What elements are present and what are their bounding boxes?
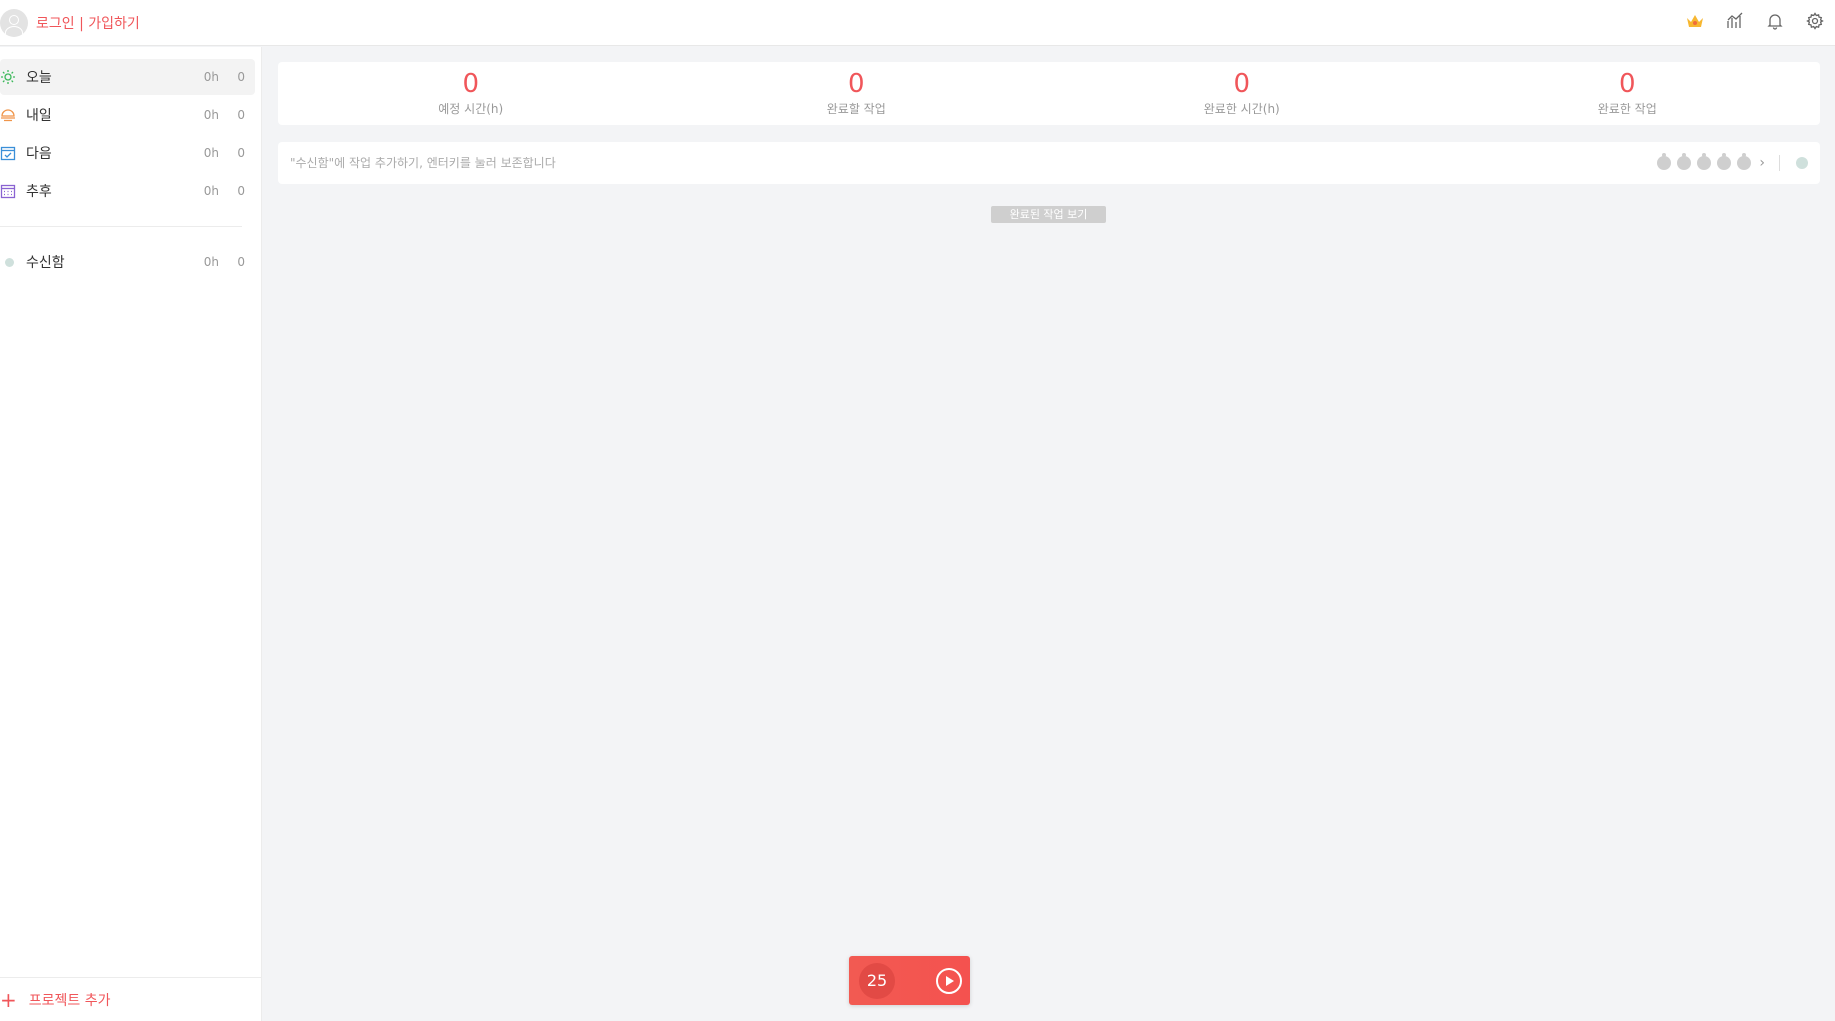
show-completed-button[interactable]: 완료된 작업 보기 [991,206,1106,223]
sidebar-item-next[interactable]: 다음 0h 0 [0,135,255,171]
sidebar-item-hours: 0h [203,184,219,198]
stat-label: 완료할 작업 [826,102,886,116]
add-task-row: › [278,142,1820,184]
sidebar-item-later[interactable]: 추후 0h 0 [0,173,255,209]
avatar[interactable] [0,8,28,37]
chevron-right-icon[interactable]: › [1759,155,1765,171]
sidebar-item-count: 0 [237,108,245,122]
project-dot-icon [0,254,16,270]
top-header: 로그인 | 가입하기 [0,0,1835,46]
sidebar-item-label: 내일 [26,108,52,124]
stat-tasks-to-complete: 0 완료할 작업 [664,62,1050,125]
stat-value: 0 [847,69,865,99]
calendar-icon [0,183,16,199]
pomodoro-estimate: › [1657,153,1780,171]
sidebar-item-label: 추후 [26,184,52,200]
tomato-icon[interactable] [1737,153,1752,170]
sidebar-item-inbox[interactable]: 수신함 0h 0 [0,244,255,280]
stat-label: 완료한 작업 [1597,102,1657,116]
sidebar-item-label: 다음 [26,146,52,162]
sidebar-item-label: 오늘 [26,70,52,86]
stat-label: 완료한 시간(h) [1203,102,1280,116]
pomodoro-timer: 25 [849,956,970,1005]
stat-value: 0 [1618,69,1636,99]
sidebar-item-count: 0 [237,70,245,84]
project-color-dot[interactable] [1796,157,1808,169]
stat-label: 예정 시간(h) [438,102,504,116]
sidebar-item-hours: 0h [203,255,219,269]
stat-value: 0 [462,69,480,99]
sun-icon [0,69,16,85]
play-icon[interactable] [936,968,962,994]
tomato-icon[interactable] [1677,153,1692,170]
sidebar-item-count: 0 [237,184,245,198]
login-signup-link[interactable]: 로그인 | 가입하기 [36,13,140,33]
separator [1779,155,1780,171]
gear-icon[interactable] [1803,9,1827,33]
sidebar-item-count: 0 [237,146,245,160]
sidebar: 오늘 0h 0 내일 0h 0 다음 0h 0 추후 0h 0 수신함 0h 0… [0,47,262,1021]
sidebar-item-label: 수신함 [26,255,65,271]
pomodoro-count: 25 [859,962,895,999]
tomato-icon[interactable] [1717,153,1732,170]
sidebar-item-hours: 0h [203,108,219,122]
stats-panel: 0 예정 시간(h) 0 완료할 작업 0 완료한 시간(h) 0 완료한 작업 [278,62,1820,125]
sidebar-item-count: 0 [237,255,245,269]
sidebar-item-hours: 0h [203,70,219,84]
add-task-input[interactable] [290,156,1590,170]
stat-value: 0 [1233,69,1251,99]
sidebar-item-today[interactable]: 오늘 0h 0 [0,59,255,95]
stat-estimated-time: 0 예정 시간(h) [278,62,664,125]
add-project-button[interactable]: + 프로젝트 추가 [0,977,261,1021]
add-project-label: 프로젝트 추가 [28,992,111,1009]
tomato-icon[interactable] [1657,153,1672,170]
tomato-icon[interactable] [1697,153,1712,170]
crown-icon[interactable] [1683,9,1707,33]
statistics-icon[interactable] [1723,9,1747,33]
calendar-check-icon [0,145,16,161]
sidebar-item-hours: 0h [203,146,219,160]
bell-icon[interactable] [1763,9,1787,33]
stat-completed-tasks: 0 완료한 작업 [1435,62,1821,125]
sidebar-divider [0,226,242,227]
stat-completed-time: 0 완료한 시간(h) [1049,62,1435,125]
sunset-icon [0,107,16,123]
plus-icon: + [0,987,17,1012]
sidebar-item-tomorrow[interactable]: 내일 0h 0 [0,97,255,133]
